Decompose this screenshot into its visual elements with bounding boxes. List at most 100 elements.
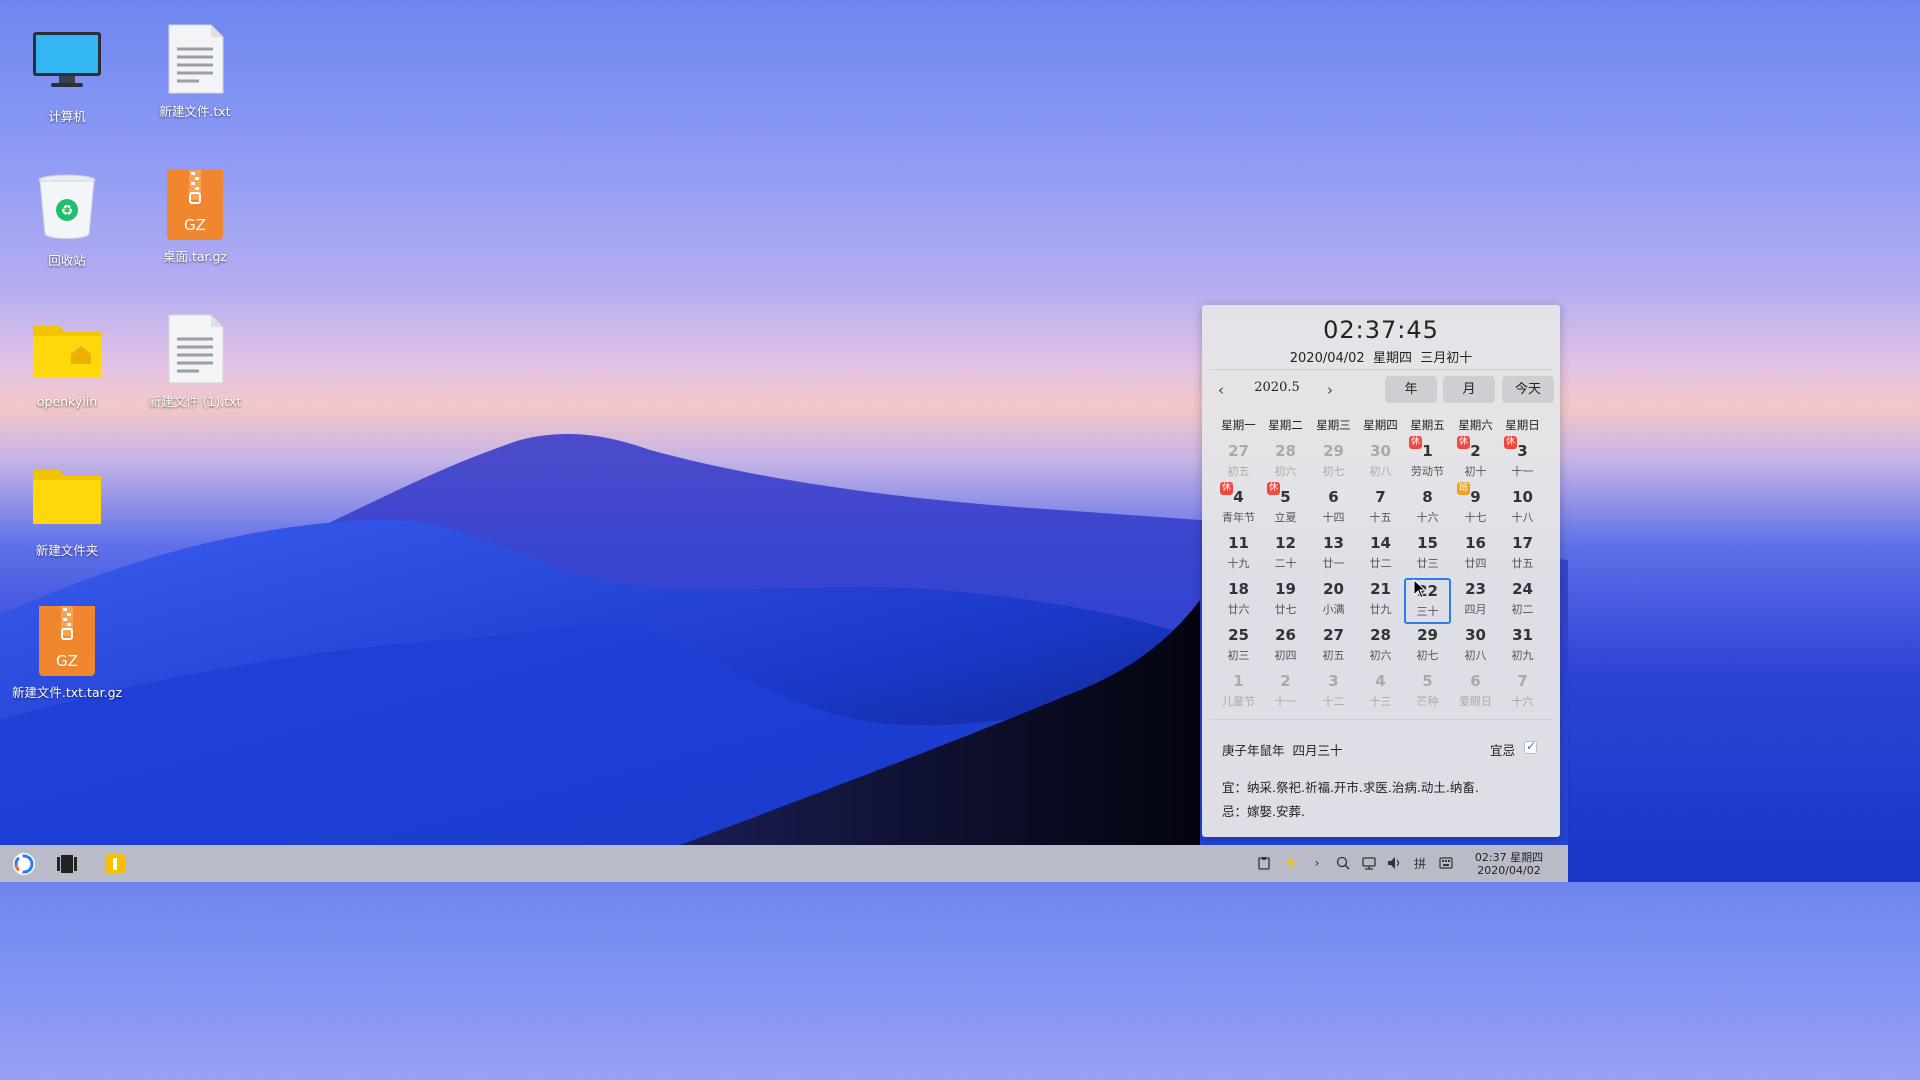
desktop-icon-archive-2[interactable]: GZ 新建文件.txt.tar.gz	[3, 604, 131, 701]
calendar-day[interactable]: 16 廿四	[1452, 532, 1499, 578]
calendar-day[interactable]: 19 廿七	[1262, 578, 1309, 624]
brightness-tray-icon[interactable]	[1281, 853, 1301, 873]
taskbar-clock-date[interactable]: 2020/04/02	[1466, 864, 1552, 877]
day-number: 12	[1275, 534, 1296, 552]
day-number: 13	[1323, 534, 1344, 552]
calendar-day[interactable]: 30 初八	[1452, 624, 1499, 670]
yiji-checkbox[interactable]: ✓	[1524, 739, 1537, 754]
month-view-button[interactable]: 月	[1443, 376, 1495, 403]
lunar-date: 十七	[1464, 511, 1487, 524]
desktop-icon-trash[interactable]: ♻ 回收站	[3, 172, 131, 269]
calendar-day[interactable]: 27 初五	[1310, 624, 1357, 670]
calendar-day[interactable]: 17 廿五	[1499, 532, 1546, 578]
search-tray-button[interactable]	[1333, 853, 1353, 873]
desktop-icon-folder[interactable]: 新建文件夹	[3, 462, 131, 559]
day-number: 14	[1370, 534, 1391, 552]
calendar-day[interactable]: 4 青年节休	[1215, 482, 1262, 532]
mouse-pointer-icon	[1413, 579, 1427, 599]
calendar-day[interactable]: 8 十六	[1404, 486, 1451, 532]
day-number: 24	[1512, 580, 1533, 598]
file-manager-taskbar-button[interactable]	[100, 845, 130, 882]
year-view-button[interactable]: 年	[1385, 376, 1437, 403]
network-tray-icon[interactable]	[1359, 853, 1379, 873]
calendar-day[interactable]: 30 初八	[1357, 440, 1404, 486]
calendar-day[interactable]: 26 初四	[1262, 624, 1309, 670]
desktop-icon-home-folder[interactable]: openkylin	[3, 316, 131, 409]
today-button[interactable]: 今天	[1502, 376, 1554, 403]
volume-tray-icon[interactable]	[1384, 853, 1404, 873]
weekday-label: 星期六	[1458, 418, 1493, 432]
clipboard-tray-icon[interactable]	[1254, 853, 1274, 873]
lunar-date: 芒种	[1416, 695, 1439, 708]
calendar-day[interactable]: 4 十三	[1357, 670, 1404, 716]
input-method-icon: 拼	[1413, 856, 1426, 871]
calendar-day[interactable]: 6 十四	[1310, 486, 1357, 532]
lunar-date: 初七	[1322, 465, 1345, 478]
desktop-icon-text-file-2[interactable]: 新建文件 (1).txt	[131, 313, 259, 410]
desktop-icon-text-file[interactable]: 新建文件.txt	[131, 23, 259, 120]
desktop-icon-computer[interactable]: 计算机	[3, 28, 131, 125]
day-number: 18	[1228, 580, 1249, 598]
start-menu-button[interactable]	[8, 845, 40, 882]
calendar-day[interactable]: 29 初七	[1404, 624, 1451, 670]
day-number: 3	[1328, 672, 1339, 690]
calendar-day[interactable]: 2 初十休	[1452, 436, 1499, 486]
lunar-date: 小满	[1322, 603, 1345, 616]
day-number: 7	[1375, 488, 1386, 506]
day-number: 7	[1517, 672, 1528, 690]
calendar-day[interactable]: 15 廿三	[1404, 532, 1451, 578]
lunar-date: 十三	[1369, 695, 1392, 708]
calendar-day[interactable]: 23 四月	[1452, 578, 1499, 624]
calendar-day[interactable]: 3 十一休	[1499, 436, 1546, 486]
calendar-day[interactable]: 13 廿一	[1310, 532, 1357, 578]
taskbar-clock-time[interactable]: 02:37 星期四	[1466, 849, 1552, 865]
prev-month-button[interactable]: ‹	[1218, 381, 1224, 399]
calendar-day[interactable]: 31 初九	[1499, 624, 1546, 670]
calendar-day[interactable]: 28 初六	[1357, 624, 1404, 670]
calendar-day[interactable]: 28 初六	[1262, 440, 1309, 486]
day-number: 26	[1275, 626, 1296, 644]
calendar-day[interactable]: 1 儿童节	[1215, 670, 1262, 716]
calendar-day[interactable]: 5 芒种	[1404, 670, 1451, 716]
calendar-day[interactable]: 27 初五	[1215, 440, 1262, 486]
calendar-day[interactable]: 10 十八	[1499, 486, 1546, 532]
calendar-day[interactable]: 18 廿六	[1215, 578, 1262, 624]
input-method-tray-button[interactable]: 拼	[1410, 853, 1430, 873]
expand-tray-button[interactable]: ›	[1307, 853, 1327, 873]
day-number: 15	[1417, 534, 1438, 552]
calendar-day[interactable]: 29 初七	[1310, 440, 1357, 486]
calendar-day-selected[interactable]: 22 三十	[1404, 578, 1451, 624]
calendar-day[interactable]: 20 小满	[1310, 578, 1357, 624]
desktop-icon-archive[interactable]: GZ 桌面.tar.gz	[131, 168, 259, 265]
calendar-day[interactable]: 14 廿二	[1357, 532, 1404, 578]
lunar-year-text: 庚子年鼠年 四月三十	[1222, 743, 1343, 758]
calendar-day[interactable]: 7 十五	[1357, 486, 1404, 532]
lunar-date: 初三	[1227, 649, 1250, 662]
search-icon	[1336, 856, 1350, 870]
calendar-day[interactable]: 12 二十	[1262, 532, 1309, 578]
inauspicious-text: 忌：嫁娶.安葬.	[1222, 804, 1305, 819]
calendar-day[interactable]: 7 十六	[1499, 670, 1546, 716]
lunar-date: 廿五	[1511, 557, 1534, 570]
calendar-day[interactable]: 5 立夏休	[1262, 482, 1309, 532]
day-number: 8	[1422, 488, 1433, 506]
next-month-button[interactable]: ›	[1327, 381, 1333, 399]
calendar-day[interactable]: 2 十一	[1262, 670, 1309, 716]
keyboard-tray-button[interactable]	[1436, 853, 1456, 873]
day-number: 1	[1233, 672, 1244, 690]
calendar-day[interactable]: 3 十二	[1310, 670, 1357, 716]
month-label: 2020.5	[1254, 380, 1300, 395]
lunar-date: 青年节	[1222, 511, 1255, 524]
calendar-day[interactable]: 1 劳动节休	[1404, 436, 1451, 486]
calendar-day[interactable]: 11 十九	[1215, 532, 1262, 578]
calendar-day[interactable]: 25 初三	[1215, 624, 1262, 670]
lunar-date: 爱眼日	[1459, 695, 1492, 708]
lunar-date: 十九	[1227, 557, 1250, 570]
multitask-view-button[interactable]	[52, 845, 82, 882]
calendar-day[interactable]: 9 十七班	[1452, 482, 1499, 532]
desktop-icon-label: 新建文件 (1).txt	[148, 394, 242, 409]
calendar-day[interactable]: 21 廿九	[1357, 578, 1404, 624]
calendar-day[interactable]: 6 爱眼日	[1452, 670, 1499, 716]
calendar-day[interactable]: 24 初二	[1499, 578, 1546, 624]
computer-icon	[31, 28, 103, 100]
